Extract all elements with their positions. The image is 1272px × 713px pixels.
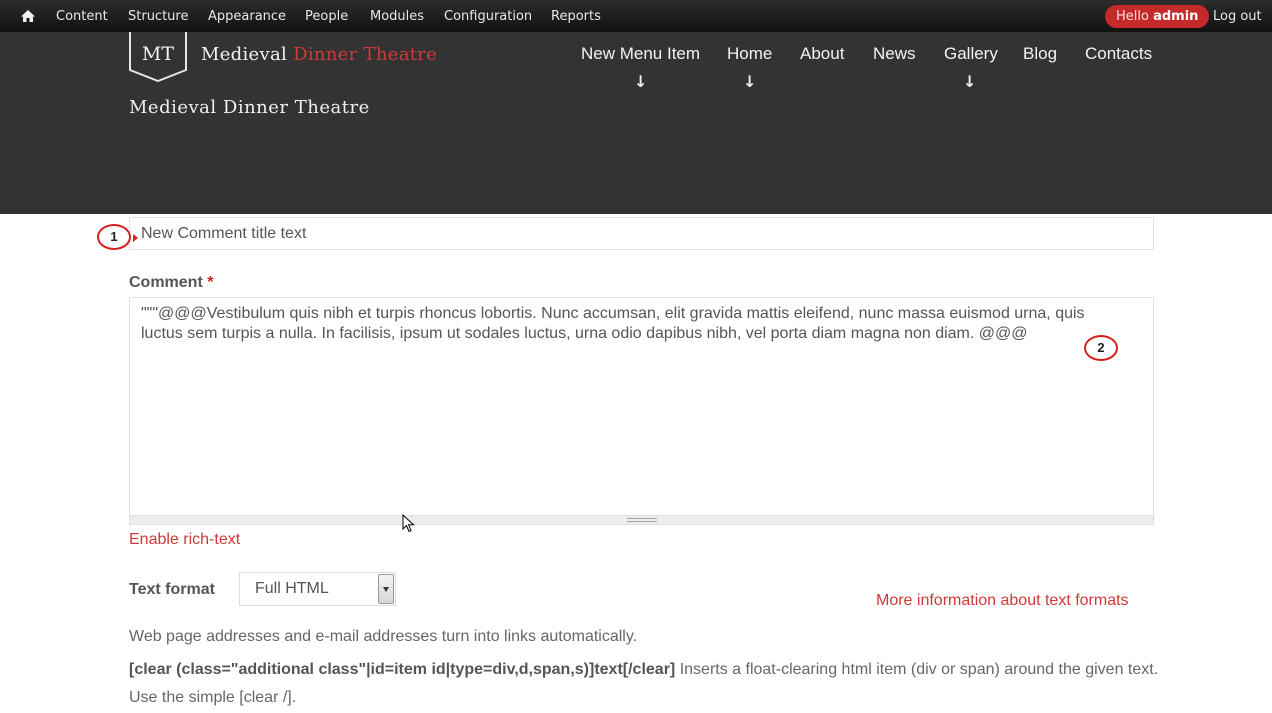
enable-rich-text-link[interactable]: Enable rich-text — [129, 531, 240, 549]
toolbar-content[interactable]: Content — [56, 9, 108, 24]
home-icon[interactable] — [20, 8, 36, 24]
comment-label: Comment * — [129, 274, 213, 292]
text-format-select[interactable]: Full HTML — [239, 572, 396, 606]
nav-new-menu-item[interactable]: New Menu Item — [581, 44, 700, 64]
toolbar-people[interactable]: People — [305, 9, 348, 24]
toolbar-reports[interactable]: Reports — [551, 9, 601, 24]
nav-home[interactable]: Home — [727, 44, 772, 64]
comment-textarea[interactable]: """@@@Vestibulum quis nibh et turpis rho… — [129, 297, 1154, 515]
site-header: MT Medieval Dinner Theatre Medieval Dinn… — [0, 32, 1272, 214]
format-tip-code: [clear (class="additional class"|id=item… — [129, 661, 676, 678]
mouse-cursor-icon — [402, 514, 415, 533]
logo-badge-icon[interactable]: MT — [129, 32, 187, 82]
comment-title-input[interactable]: New Comment title text — [129, 217, 1154, 250]
toolbar-structure[interactable]: Structure — [128, 9, 188, 24]
comment-text-line-2: luctus sem turpis a nulla. In facilisis,… — [141, 325, 1028, 342]
username: admin — [1153, 9, 1199, 24]
text-format-label: Text format — [129, 581, 215, 598]
annotation-marker-2: 2 — [1084, 335, 1118, 361]
nav-gallery[interactable]: Gallery — [944, 44, 998, 64]
dropdown-arrow-icon[interactable] — [378, 574, 394, 604]
format-tip-urls: Web page addresses and e-mail addresses … — [129, 628, 638, 645]
required-asterisk: * — [207, 274, 214, 291]
annotation-pointer-icon — [133, 234, 138, 242]
site-name[interactable]: Medieval Dinner Theatre — [129, 97, 370, 118]
arrow-down-icon[interactable]: ↓ — [963, 72, 976, 91]
text-formats-info-link[interactable]: More information about text formats — [876, 592, 1129, 610]
user-greeting[interactable]: Hello admin — [1105, 5, 1210, 28]
format-tip-clear: [clear (class="additional class"|id=item… — [129, 656, 1159, 712]
nav-about[interactable]: About — [800, 44, 844, 64]
logo-badge-text: MT — [142, 43, 174, 65]
text-format-value: Full HTML — [255, 580, 329, 597]
arrow-down-icon[interactable]: ↓ — [743, 72, 756, 91]
logout-link[interactable]: Log out — [1213, 9, 1262, 24]
logo-text[interactable]: Medieval Dinner Theatre — [201, 44, 437, 65]
toolbar-configuration[interactable]: Configuration — [444, 9, 532, 24]
greeting-prefix: Hello — [1116, 9, 1149, 24]
nav-blog[interactable]: Blog — [1023, 44, 1057, 64]
toolbar-appearance[interactable]: Appearance — [208, 9, 286, 24]
textarea-resize-handle[interactable] — [129, 515, 1154, 525]
comment-text-line-1: """@@@Vestibulum quis nibh et turpis rho… — [141, 305, 1085, 322]
nav-contacts[interactable]: Contacts — [1085, 44, 1152, 64]
admin-toolbar: Content Structure Appearance People Modu… — [0, 0, 1272, 32]
grip-lines-icon — [627, 518, 657, 522]
arrow-down-icon[interactable]: ↓ — [634, 72, 647, 91]
logo-word-1: Medieval — [201, 44, 288, 65]
logo-word-2: Dinner Theatre — [293, 44, 438, 65]
annotation-marker-1: 1 — [97, 224, 131, 250]
comment-label-text: Comment — [129, 274, 203, 291]
nav-news[interactable]: News — [873, 44, 916, 64]
toolbar-modules[interactable]: Modules — [370, 9, 424, 24]
